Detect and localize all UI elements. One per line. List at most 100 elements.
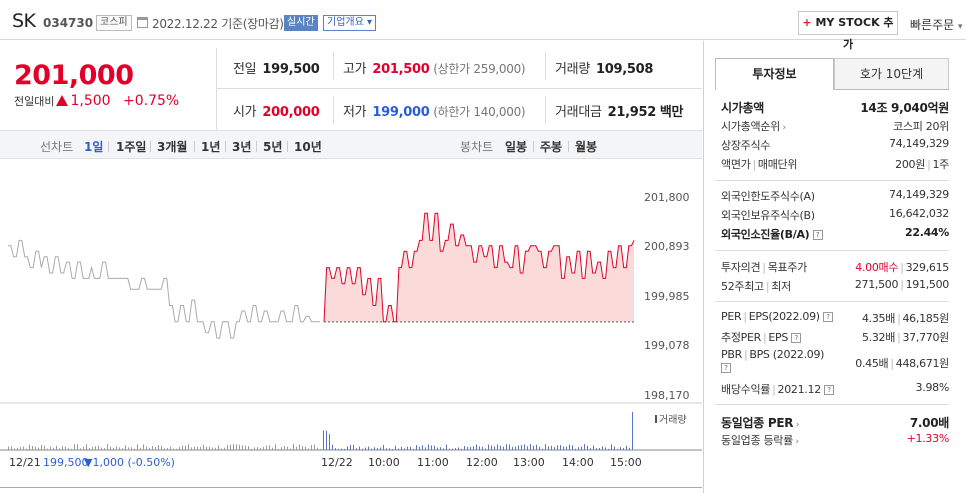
- low52-label: 최저: [771, 280, 791, 293]
- divider: |: [762, 261, 766, 274]
- divider: |: [743, 310, 747, 323]
- target-label: 목표주가: [767, 261, 808, 274]
- tab-1day[interactable]: 1일: [84, 138, 103, 155]
- industry-per-row[interactable]: 동일업종 PER › 7.00배: [721, 414, 949, 430]
- trade-value-cell: 거래대금 21,952 백만: [555, 101, 683, 120]
- realtime-badge[interactable]: 실시간: [284, 15, 318, 31]
- industry-per-value: 7.00배: [909, 416, 949, 430]
- volume-bar: [350, 444, 351, 450]
- volume-bar: [401, 446, 402, 450]
- volume-bar: [26, 448, 27, 450]
- up-arrow-icon: [56, 95, 69, 106]
- volume-bar: [341, 448, 342, 450]
- volume-bar: [218, 445, 219, 450]
- volume-bar: [155, 446, 156, 450]
- y-tick-label: 198,170: [644, 389, 690, 402]
- volume-bar: [107, 444, 108, 450]
- help-icon[interactable]: ?: [791, 333, 802, 343]
- volume-bar: [188, 444, 189, 450]
- tab-daily-candle[interactable]: 일봉: [505, 138, 527, 155]
- volume-bar: [467, 446, 468, 450]
- volume-bar: [80, 448, 81, 450]
- volume-bar: [536, 444, 537, 450]
- volume-bar: [203, 444, 204, 450]
- volume-bar: [575, 448, 576, 450]
- tab-1year[interactable]: 1년: [201, 138, 220, 155]
- trade-unit: 1주: [932, 158, 949, 171]
- low52-value: 191,500: [905, 278, 950, 291]
- help-icon[interactable]: ?: [824, 385, 835, 395]
- chevron-right-icon: ›: [792, 437, 799, 447]
- tab-monthly-candle[interactable]: 월봉: [575, 138, 597, 155]
- volume-bar: [77, 444, 78, 450]
- intraday-price-chart[interactable]: [0, 160, 702, 470]
- company-info-dropdown[interactable]: 기업개요 ▾: [323, 15, 377, 31]
- tab-weekly-candle[interactable]: 주봉: [540, 138, 562, 155]
- quick-order-link[interactable]: 빠른주문 ▾: [910, 16, 963, 33]
- market-cap-rank-row[interactable]: 시가총액순위 › 코스피 20위: [721, 118, 949, 134]
- volume-bar: [509, 444, 510, 450]
- dividend-date: 2021.12: [777, 383, 822, 396]
- stock-name: SK: [12, 10, 36, 32]
- volume-bar: [146, 446, 147, 450]
- help-icon[interactable]: ?: [812, 230, 823, 240]
- low-cell: 저가 199,000 (하한가 140,000): [343, 101, 526, 120]
- volume-bar: [629, 447, 630, 450]
- volume-bar: [473, 446, 474, 450]
- tab-1week[interactable]: 1주일: [116, 138, 146, 155]
- y-tick-label: 200,893: [644, 240, 690, 253]
- volume-bar: [140, 447, 141, 450]
- divider: [715, 180, 949, 181]
- volume-bar: [194, 446, 195, 450]
- x-tick-label: 13:00: [513, 456, 545, 469]
- market-cap-row: 시가총액 14조 9,040억원: [721, 99, 949, 115]
- volume-bar: [53, 447, 54, 450]
- volume-bar: [590, 448, 591, 450]
- divider: |: [762, 331, 767, 344]
- divider: |: [897, 331, 901, 344]
- tab-10year[interactable]: 10년: [294, 138, 322, 155]
- volume-bar: [425, 447, 426, 450]
- mystock-add-button[interactable]: + MY STOCK 추가: [798, 11, 898, 51]
- volume-bar: [527, 446, 528, 450]
- volume-bar: [431, 445, 432, 450]
- foreign-limit-label: 외국인한도주식수(A): [721, 190, 815, 203]
- tab-5year[interactable]: 5년: [263, 138, 282, 155]
- volume-bar: [614, 446, 615, 450]
- market-cap-label: 시가총액: [721, 101, 764, 115]
- opinion-label: 투자의견: [721, 261, 761, 274]
- volume-bar: [416, 445, 417, 450]
- volume-bar: [515, 446, 516, 450]
- volume-bar: [395, 445, 396, 450]
- divider: |: [765, 280, 770, 293]
- low-label: 저가: [343, 105, 367, 120]
- volume-bar: [92, 446, 93, 450]
- tab-invest-info[interactable]: 투자정보: [715, 58, 834, 90]
- volume-bar: [68, 448, 69, 450]
- y-tick-label: 201,800: [644, 191, 690, 204]
- help-icon[interactable]: ?: [721, 363, 731, 373]
- volume-bar: [578, 447, 579, 450]
- tab-3year[interactable]: 3년: [232, 138, 251, 155]
- volume-bar: [50, 446, 51, 450]
- volume-bar: [533, 445, 534, 450]
- volume-bar: [365, 447, 366, 450]
- shares-label: 상장주식수: [721, 139, 771, 152]
- volume-bar: [191, 447, 192, 450]
- volume-bar: [359, 446, 360, 450]
- volume-bar: [344, 448, 345, 450]
- volume-bar: [470, 447, 471, 450]
- high52-value: 271,500: [854, 278, 899, 291]
- industry-rate-row[interactable]: 동일업종 등락률 › +1.33%: [721, 432, 949, 448]
- volume-bar: [62, 446, 63, 450]
- tab-3month[interactable]: 3개월: [157, 138, 187, 155]
- volume-bar: [134, 448, 135, 450]
- foreign-hold-label: 외국인보유주식수(B): [721, 209, 815, 222]
- volume-bar: [233, 444, 234, 450]
- volume-bar: [86, 444, 87, 450]
- tab-orderbook[interactable]: 호가 10단계: [834, 58, 949, 90]
- help-icon[interactable]: ?: [822, 312, 833, 322]
- tab-underline: [834, 89, 949, 90]
- volume-bar: [98, 445, 99, 450]
- volume-bar: [212, 447, 213, 450]
